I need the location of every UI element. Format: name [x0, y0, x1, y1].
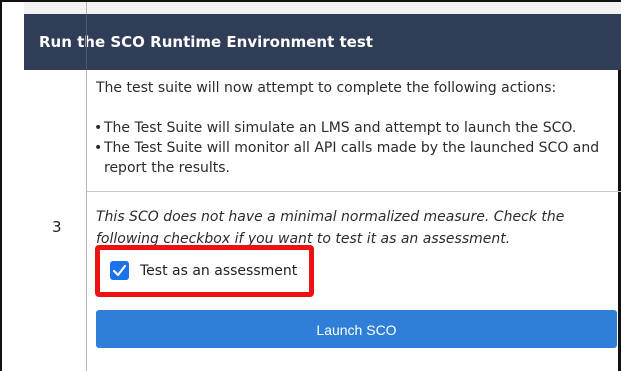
frame-border-left: [0, 0, 2, 371]
section-title: Run the SCO Runtime Environment test: [39, 33, 373, 51]
launch-sco-button[interactable]: Launch SCO: [96, 310, 617, 348]
assessment-note: This SCO does not have a minimal normali…: [96, 209, 565, 247]
assessment-checkbox-label[interactable]: Test as an assessment: [140, 263, 297, 279]
list-item: The Test Suite will monitor all API call…: [92, 138, 612, 178]
assessment-checkbox-highlight: Test as an assessment: [95, 245, 314, 297]
assessment-checkbox[interactable]: [110, 261, 129, 280]
header-column-divider: [86, 14, 87, 70]
divider: [87, 191, 621, 192]
action-list: The Test Suite will simulate an LMS and …: [92, 118, 612, 178]
header-gap: [24, 2, 621, 14]
column-divider: [86, 2, 87, 14]
checkmark-icon: [112, 264, 127, 277]
list-item: The Test Suite will simulate an LMS and …: [92, 118, 612, 138]
intro-text: The test suite will now attempt to compl…: [96, 80, 557, 96]
section-header: Run the SCO Runtime Environment test: [24, 14, 621, 70]
test-step-panel: Run the SCO Runtime Environment test 3 T…: [0, 0, 621, 371]
step-number: 3: [52, 218, 62, 236]
